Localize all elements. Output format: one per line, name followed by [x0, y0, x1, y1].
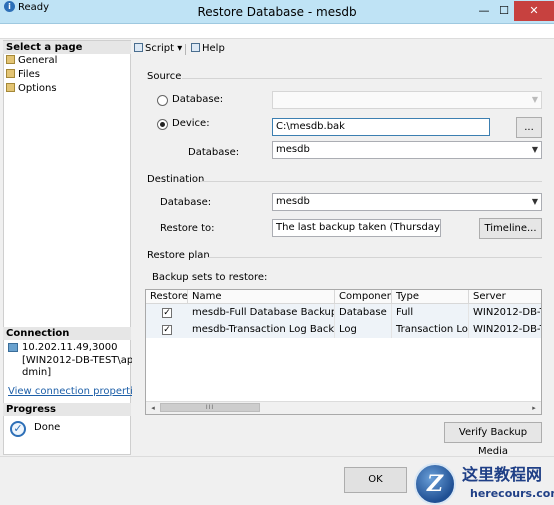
- column-header-name[interactable]: Name: [188, 290, 335, 304]
- row-type: Transaction Log: [392, 321, 469, 338]
- page-item-files[interactable]: Files: [6, 68, 40, 81]
- checkmark-icon: ✓: [10, 421, 26, 437]
- status-bar: [0, 24, 554, 39]
- help-button[interactable]: Help: [191, 42, 225, 56]
- dropdown-arrow-icon: ▾: [177, 43, 183, 54]
- row-server: WIN2012-DB-TE: [473, 324, 541, 335]
- view-connection-properties-link[interactable]: View connection properties: [8, 386, 144, 398]
- row-server: WIN2012-DB-TE: [473, 307, 541, 318]
- connection-server: 10.202.11.49,3000: [22, 342, 118, 353]
- column-header-component[interactable]: Component: [335, 290, 392, 304]
- row-name: mesdb-Full Database Backup: [188, 304, 335, 321]
- page-icon: [6, 55, 15, 64]
- timeline-button[interactable]: Timeline...: [479, 218, 542, 239]
- window-title: Restore Database - mesdb: [197, 5, 357, 19]
- source-database-dropdown[interactable]: ▼: [272, 91, 542, 109]
- server-icon: [8, 343, 18, 352]
- chevron-down-icon: ▼: [531, 197, 538, 206]
- restore-to-field[interactable]: The last backup taken (Thursday, Februa: [272, 219, 441, 237]
- progress-status: Done: [34, 422, 61, 433]
- device-radio-label: Device:: [172, 118, 210, 129]
- connection-user-cont: dmin]: [22, 367, 52, 378]
- connection-user: [WIN2012-DB-TEST\apa: [22, 355, 140, 366]
- source-db-value: mesdb: [276, 144, 310, 155]
- minimize-button[interactable]: —: [474, 1, 494, 21]
- page-icon: [6, 83, 15, 92]
- destination-divider: [200, 181, 542, 182]
- chevron-down-icon: ▼: [531, 145, 538, 154]
- help-icon: [191, 43, 200, 52]
- database-radio-label: Database:: [172, 94, 224, 105]
- page-item-general[interactable]: General: [6, 54, 57, 67]
- ok-button[interactable]: OK: [344, 467, 407, 493]
- scroll-right-icon[interactable]: ▸: [529, 403, 539, 413]
- destination-group-label: Destination: [147, 174, 205, 185]
- browse-button[interactable]: ...: [516, 117, 542, 138]
- column-header-type[interactable]: Type: [392, 290, 469, 304]
- page-item-label: General: [18, 55, 58, 66]
- select-page-header: Select a page: [3, 41, 131, 54]
- status-text: Ready: [18, 2, 50, 13]
- watermark-title: 这里教程网: [462, 465, 543, 484]
- help-label: Help: [202, 43, 225, 54]
- row-component: Database: [335, 304, 392, 321]
- restore-plan-group-label: Restore plan: [147, 250, 210, 261]
- script-label: Script: [145, 43, 175, 54]
- chevron-down-icon: ▼: [531, 95, 538, 104]
- page-item-label: Files: [18, 69, 40, 80]
- device-path-field[interactable]: C:\mesdb.bak: [272, 118, 490, 136]
- restore-plan-divider: [208, 257, 542, 258]
- source-db-dropdown[interactable]: mesdb ▼: [272, 141, 542, 159]
- page-icon: [6, 69, 15, 78]
- row-component: Log: [335, 321, 392, 338]
- close-button[interactable]: ✕: [514, 1, 554, 21]
- info-icon: i: [4, 1, 15, 12]
- database-radio[interactable]: [157, 95, 168, 106]
- watermark-logo: Z: [414, 463, 456, 505]
- source-db-label: Database:: [188, 147, 240, 158]
- source-divider: [182, 78, 542, 79]
- row-type: Full: [392, 304, 469, 321]
- backup-sets-label: Backup sets to restore:: [152, 272, 268, 283]
- page-item-options[interactable]: Options: [6, 82, 57, 95]
- column-header-server[interactable]: Server: [469, 290, 541, 304]
- page-item-label: Options: [18, 83, 57, 94]
- source-group-label: Source: [147, 71, 182, 82]
- device-radio[interactable]: [157, 119, 168, 130]
- progress-header: Progress: [3, 403, 131, 416]
- destination-db-value: mesdb: [276, 196, 310, 207]
- script-icon: [134, 43, 143, 52]
- watermark-url: herecours.com: [470, 487, 554, 500]
- destination-db-dropdown[interactable]: mesdb ▼: [272, 193, 542, 211]
- verify-backup-media-button[interactable]: Verify Backup Media: [444, 422, 542, 457]
- scroll-left-icon[interactable]: ◂: [148, 403, 158, 413]
- destination-db-label: Database:: [160, 197, 212, 208]
- toolbar-separator: [185, 44, 186, 55]
- maximize-button[interactable]: ☐: [494, 1, 514, 21]
- scroll-thumb[interactable]: III: [160, 403, 260, 412]
- row-name: mesdb-Transaction Log Backup: [188, 321, 335, 338]
- restore-checkbox[interactable]: ✓: [162, 325, 172, 335]
- restore-to-label: Restore to:: [160, 223, 215, 234]
- connection-header: Connection: [3, 327, 131, 340]
- script-button[interactable]: Script ▾: [134, 42, 182, 56]
- restore-checkbox[interactable]: ✓: [162, 308, 172, 318]
- column-header-restore[interactable]: Restore: [146, 290, 188, 304]
